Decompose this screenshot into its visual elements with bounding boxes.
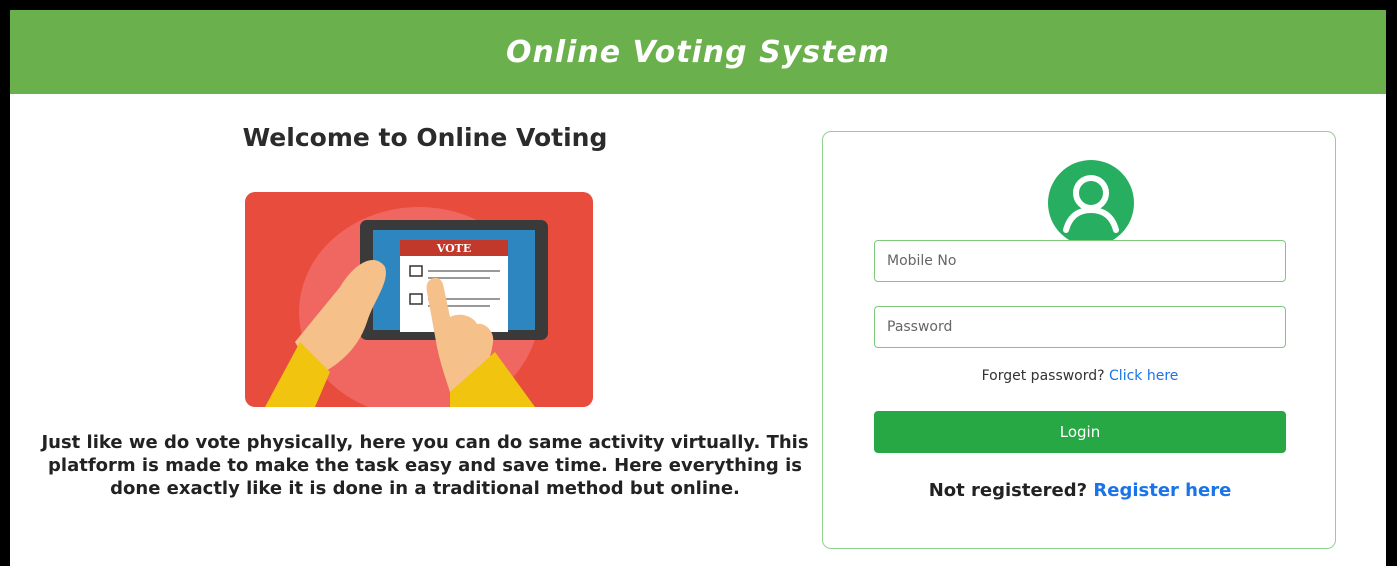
mobile-number-input[interactable] [874, 240, 1286, 282]
login-button[interactable]: Login [874, 411, 1286, 453]
user-avatar-icon [1048, 160, 1134, 246]
header-title: Online Voting System [505, 34, 891, 70]
app-frame: Online Voting System Welcome to Online V… [10, 10, 1386, 566]
vote-label: VOTE [436, 242, 472, 255]
register-link[interactable]: Register here [1093, 480, 1231, 501]
header-bar: Online Voting System [10, 10, 1386, 94]
forgot-password-row: Forget password? Click here [874, 368, 1286, 384]
welcome-heading: Welcome to Online Voting [242, 123, 608, 152]
voting-tablet-illustration: VOTE [245, 192, 593, 407]
register-row: Not registered? Register here [874, 480, 1286, 501]
password-input[interactable] [874, 306, 1286, 348]
description-text: Just like we do vote physically, here yo… [41, 432, 809, 499]
forgot-password-text: Forget password? [981, 368, 1105, 384]
forgot-password-link[interactable]: Click here [1109, 368, 1178, 384]
not-registered-text: Not registered? [928, 480, 1088, 501]
